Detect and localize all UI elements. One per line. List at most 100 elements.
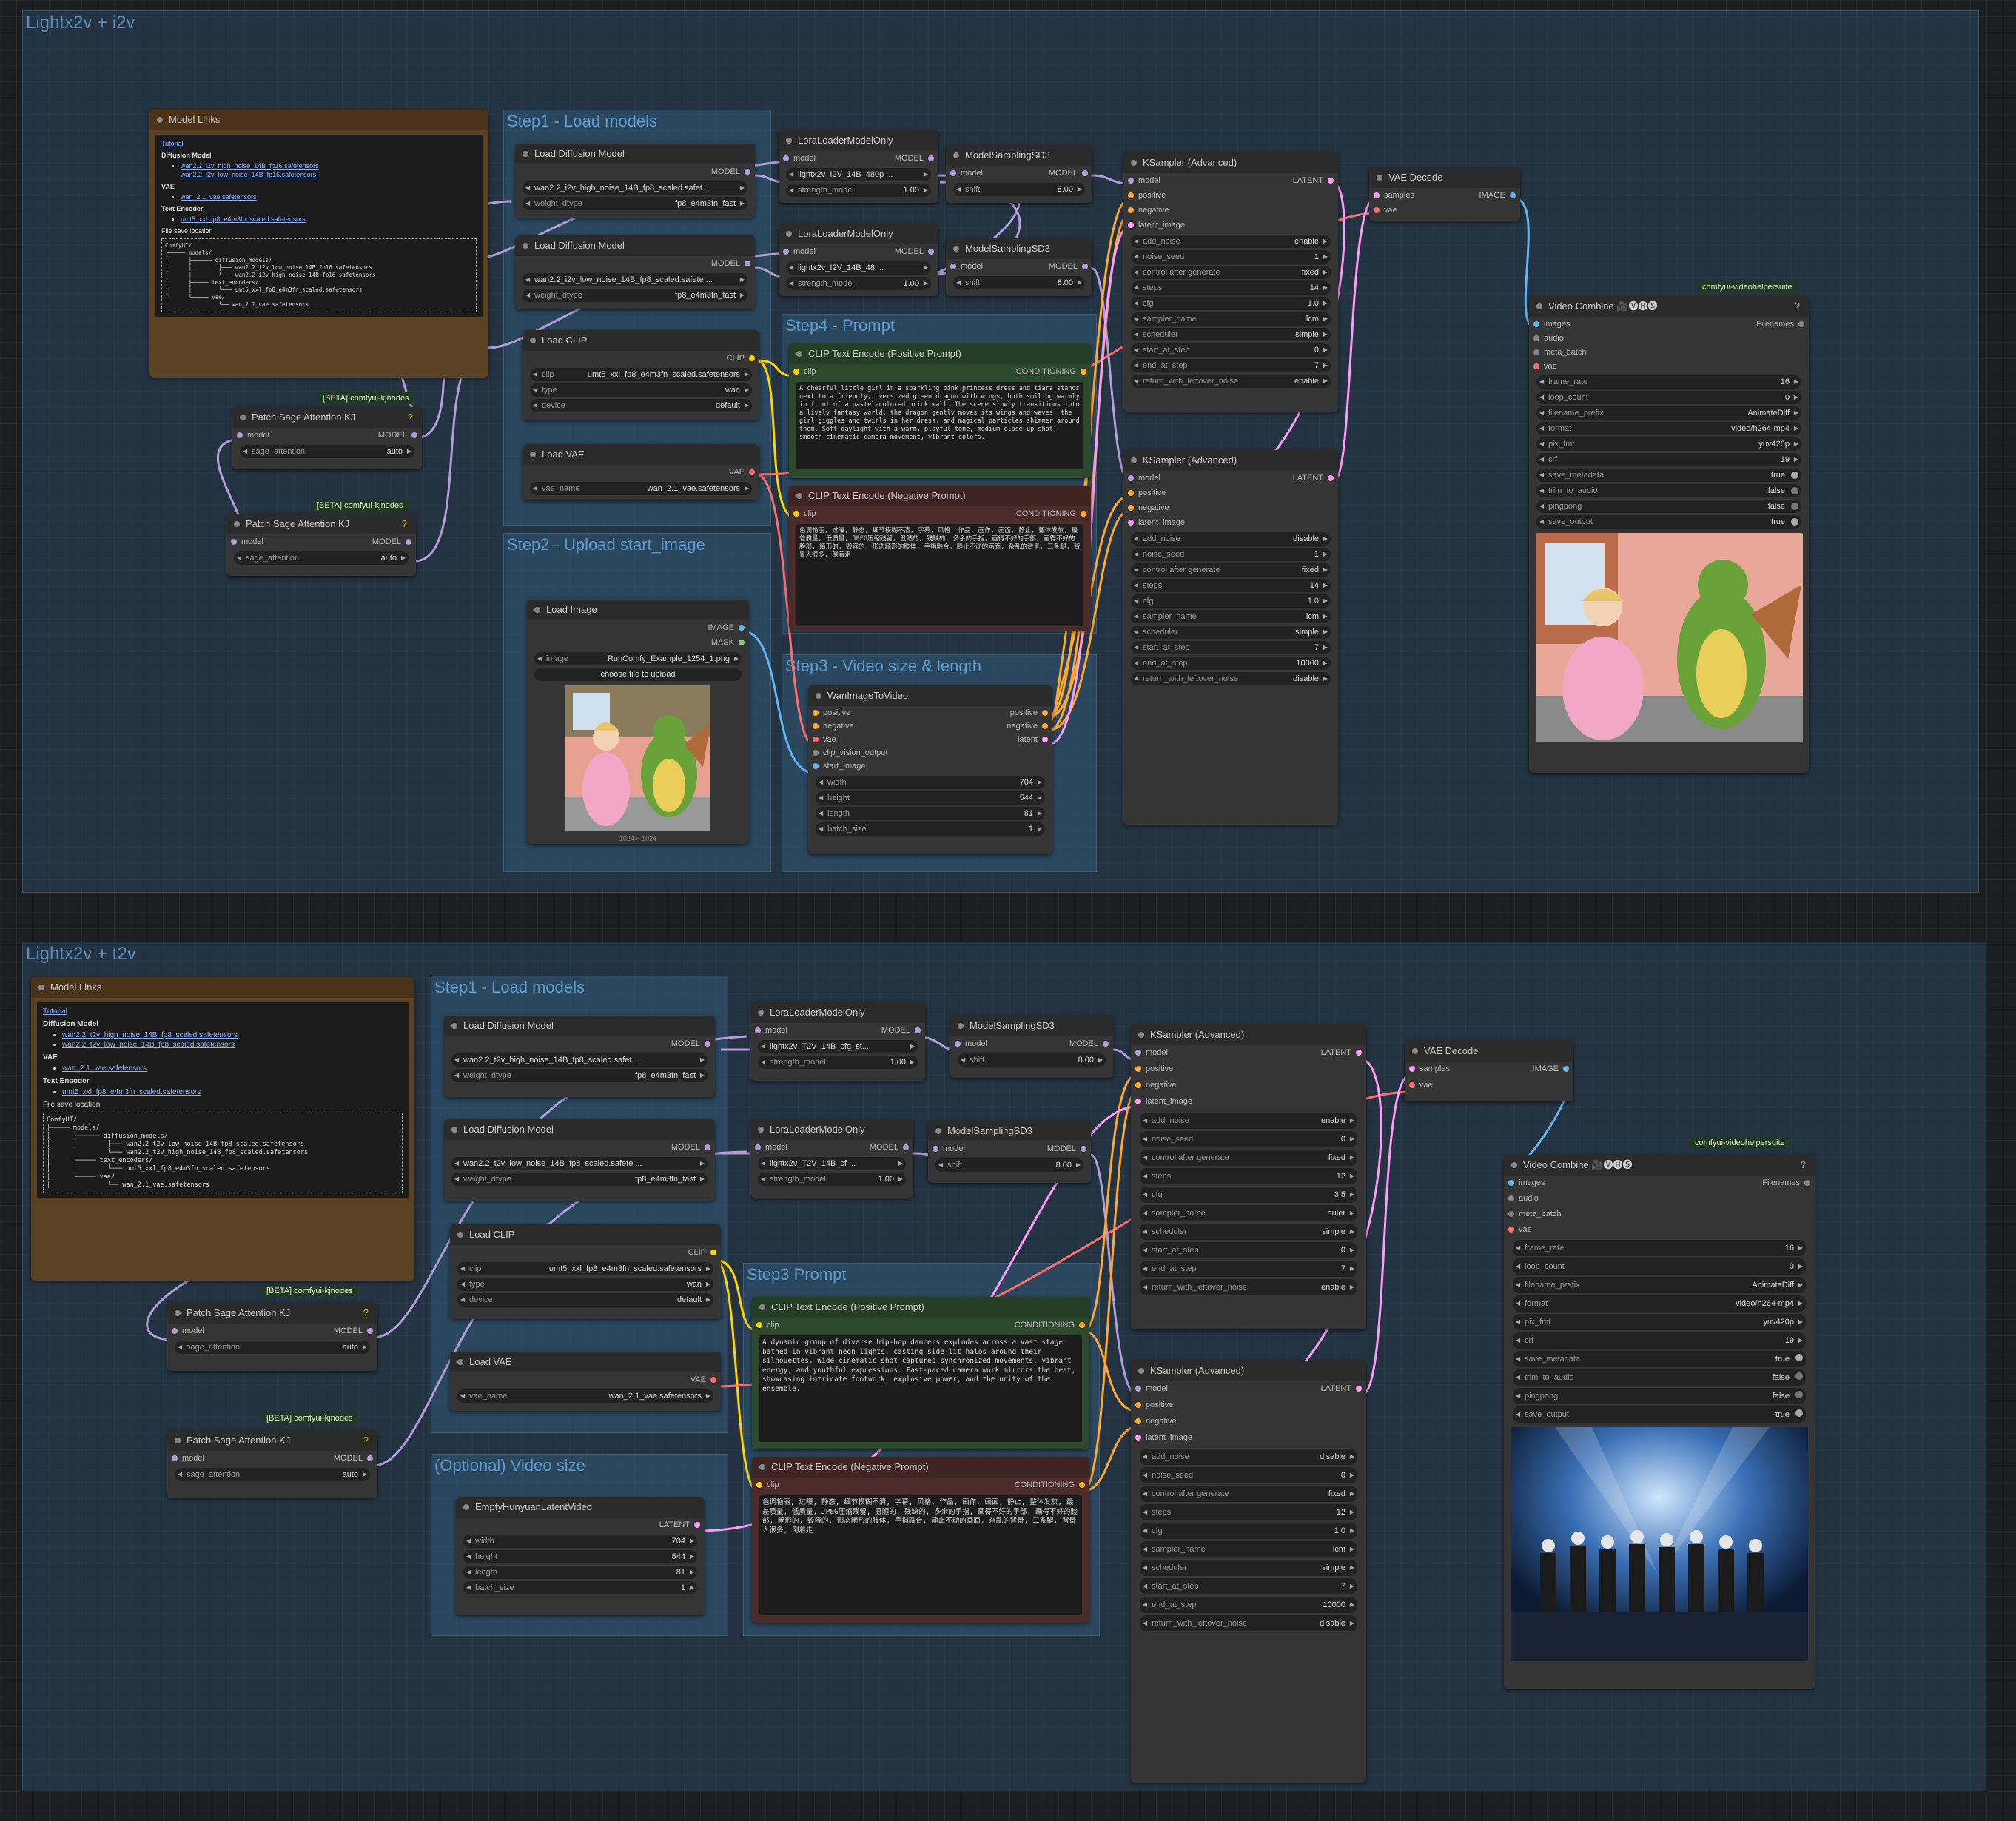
frame-rate-widget[interactable]: frame_rate 16	[1513, 1240, 1806, 1256]
load-diffusion-model-node[interactable]: Load Diffusion Model MODEL wan2.2_t2v_lo…	[444, 1119, 715, 1201]
model-input-socket[interactable]	[933, 1146, 938, 1152]
negative-input-socket[interactable]	[1135, 1082, 1141, 1088]
help-icon[interactable]: ?	[1801, 1159, 1806, 1170]
model-output-socket[interactable]	[915, 1027, 921, 1033]
audio-input-socket[interactable]	[1508, 1195, 1514, 1201]
ksampler-advanced-node[interactable]: KSampler (Advanced) model LATENT positive…	[1131, 1361, 1366, 1783]
clip-text-encode-positive-node[interactable]: CLIP Text Encode (Positive Prompt) clip C…	[752, 1297, 1089, 1449]
model-links-node[interactable]: Model Links Tutorial Diffusion Model wan…	[31, 977, 414, 1281]
empty-hunyuan-latent-video-node[interactable]: EmptyHunyuanLatentVideo LATENT width704 …	[456, 1497, 705, 1615]
latent-input-socket[interactable]	[1135, 1435, 1141, 1441]
unet-name-widget[interactable]: wan2.2_t2v_high_noise_14B_fp8_scaled.saf…	[451, 1053, 708, 1067]
control-after-generate-widget[interactable]: control after generate fixed	[1140, 1150, 1357, 1166]
weight-dtype-widget[interactable]: weight_dtype fp8_e4m3fn_fast	[451, 1069, 708, 1082]
weight-dtype-widget[interactable]: weight_dtype fp8_e4m3fn_fast	[451, 1173, 708, 1186]
model-input-socket[interactable]	[172, 1328, 178, 1334]
lora-name-widget[interactable]: lightx2v_T2V_14B_cf ...	[758, 1157, 906, 1170]
vae-input-socket[interactable]	[1508, 1227, 1514, 1233]
vae-decode-node[interactable]: VAE Decode samples IMAGE vae	[1405, 1041, 1573, 1101]
tutorial-link[interactable]: Tutorial	[43, 1007, 67, 1016]
clip-name-widget[interactable]: clip umt5_xxl_fp8_e4m3fn_scaled.safetenso…	[457, 1262, 713, 1275]
model-output-socket[interactable]	[367, 1455, 373, 1461]
model-input-socket[interactable]	[1135, 1050, 1141, 1056]
model-output-socket[interactable]	[705, 1144, 710, 1150]
model-output-socket[interactable]	[367, 1328, 373, 1334]
help-icon[interactable]: ?	[363, 1435, 369, 1446]
model-output-socket[interactable]	[1081, 1146, 1086, 1152]
model-output-socket[interactable]	[903, 1144, 909, 1150]
strength-widget[interactable]: strength_model 1.00	[758, 1173, 906, 1186]
lora-loader-node[interactable]: LoraLoaderModelOnly model MODEL lightx2v_…	[750, 1002, 925, 1081]
vae-output-socket[interactable]	[710, 1377, 716, 1383]
height-widget[interactable]: height 544	[463, 1550, 697, 1563]
model-link[interactable]: wan_2.1_vae.safetensors	[62, 1064, 147, 1073]
video-combine-node[interactable]: Video Combine 🎥🅥🅗🅢? images Filenames audi…	[1504, 1155, 1815, 1689]
model-link[interactable]: wan2.2_t2v_high_noise_14B_fp8_scaled.saf…	[62, 1031, 238, 1039]
patch-sage-attention-node[interactable]: Patch Sage Attention KJ? model MODEL sage…	[167, 1430, 377, 1498]
image-output-socket[interactable]	[1563, 1066, 1569, 1072]
noise-seed-widget[interactable]: noise_seed 0	[1140, 1467, 1357, 1483]
shift-widget[interactable]: shift 8.00	[958, 1053, 1106, 1067]
steps-widget[interactable]: steps 12	[1140, 1168, 1357, 1184]
unet-name-widget[interactable]: wan2.2_t2v_low_noise_14B_fp8_scaled.safe…	[451, 1157, 708, 1170]
meta-batch-input-socket[interactable]	[1508, 1211, 1514, 1217]
model-sampling-sd3-node[interactable]: ModelSamplingSD3 model MODEL shift 8.00	[950, 1016, 1113, 1078]
add-noise-widget[interactable]: add_noise disable	[1140, 1449, 1357, 1465]
device-widget[interactable]: device default	[457, 1293, 713, 1307]
model-input-socket[interactable]	[955, 1041, 961, 1047]
patch-sage-attention-node[interactable]: Patch Sage Attention KJ? model MODEL sage…	[167, 1303, 377, 1371]
control-after-generate-widget[interactable]: control after generate fixed	[1140, 1486, 1357, 1502]
latent-output-socket[interactable]	[1356, 1050, 1362, 1056]
filename-prefix-widget[interactable]: filename_prefix AnimateDiff	[1513, 1277, 1806, 1293]
noise-seed-widget[interactable]: noise_seed 0	[1140, 1131, 1357, 1147]
sampler-name-widget[interactable]: sampler_name lcm	[1140, 1541, 1357, 1557]
type-widget[interactable]: type wan	[457, 1278, 713, 1291]
loop-count-widget[interactable]: loop_count 0	[1513, 1258, 1806, 1275]
load-diffusion-model-node[interactable]: Load Diffusion Model MODEL wan2.2_t2v_hi…	[444, 1016, 715, 1097]
positive-input-socket[interactable]	[1135, 1066, 1141, 1072]
model-input-socket[interactable]	[755, 1144, 761, 1150]
conditioning-output-socket[interactable]	[1079, 1322, 1085, 1328]
clip-text-encode-negative-node[interactable]: CLIP Text Encode (Negative Prompt) clip C…	[752, 1457, 1089, 1623]
format-widget[interactable]: format video/h264-mp4	[1513, 1295, 1806, 1312]
save-output-toggle[interactable]: save_output true	[1513, 1406, 1806, 1423]
start-at-step-widget[interactable]: start_at_step 0	[1140, 1242, 1357, 1258]
save-metadata-toggle[interactable]: save_metadata true	[1513, 1351, 1806, 1367]
pix-fmt-widget[interactable]: pix_fmt yuv420p	[1513, 1314, 1806, 1330]
return-with-leftover-noise-widget[interactable]: return_with_leftover_noise enable	[1140, 1279, 1357, 1295]
steps-widget[interactable]: steps 12	[1140, 1504, 1357, 1520]
model-output-socket[interactable]	[1103, 1041, 1109, 1047]
length-widget[interactable]: length 81	[463, 1566, 697, 1579]
positive-input-socket[interactable]	[1135, 1402, 1141, 1408]
prompt-textarea[interactable]: 色调艳丽, 过曝, 静态, 细节模糊不清, 字幕, 风格, 作品, 画作, 画面…	[759, 1495, 1082, 1615]
scheduler-widget[interactable]: scheduler simple	[1140, 1560, 1357, 1576]
help-icon[interactable]: ?	[363, 1307, 369, 1318]
trim-to-audio-toggle[interactable]: trim_to_audio false	[1513, 1369, 1806, 1386]
strength-widget[interactable]: strength_model 1.00	[758, 1056, 918, 1069]
sage-attention-widget[interactable]: sage_attention auto	[175, 1341, 370, 1354]
cfg-widget[interactable]: cfg 1.0	[1140, 1523, 1357, 1539]
lora-loader-node[interactable]: LoraLoaderModelOnly model MODEL lightx2v_…	[750, 1119, 913, 1198]
model-input-socket[interactable]	[1135, 1386, 1141, 1392]
load-vae-node[interactable]: Load VAE VAE vae_name wan_2.1_vae.safeten…	[450, 1352, 721, 1411]
vae-input-socket[interactable]	[1409, 1082, 1415, 1088]
end-at-step-widget[interactable]: end_at_step 10000	[1140, 1597, 1357, 1613]
return-with-leftover-noise-widget[interactable]: return_with_leftover_noise disable	[1140, 1615, 1357, 1631]
model-output-socket[interactable]	[705, 1041, 710, 1047]
latent-output-socket[interactable]	[1356, 1386, 1362, 1392]
scheduler-widget[interactable]: scheduler simple	[1140, 1224, 1357, 1240]
add-noise-widget[interactable]: add_noise enable	[1140, 1113, 1357, 1129]
cfg-widget[interactable]: cfg 3.5	[1140, 1187, 1357, 1203]
filenames-output-socket[interactable]	[1804, 1180, 1810, 1186]
sampler-name-widget[interactable]: sampler_name euler	[1140, 1205, 1357, 1221]
samples-input-socket[interactable]	[1409, 1066, 1415, 1072]
images-input-socket[interactable]	[1508, 1180, 1514, 1186]
end-at-step-widget[interactable]: end_at_step 7	[1140, 1261, 1357, 1277]
clip-input-socket[interactable]	[756, 1482, 762, 1488]
model-sampling-sd3-node[interactable]: ModelSamplingSD3 model MODEL shift 8.00	[928, 1121, 1091, 1183]
start-at-step-widget[interactable]: start_at_step 7	[1140, 1578, 1357, 1594]
model-link[interactable]: umt5_xxl_fp8_e4m3fn_scaled.safetensors	[62, 1088, 201, 1096]
pingpong-toggle[interactable]: pingpong false	[1513, 1388, 1806, 1404]
latent-output-socket[interactable]	[694, 1522, 700, 1528]
crf-widget[interactable]: crf 19	[1513, 1332, 1806, 1349]
